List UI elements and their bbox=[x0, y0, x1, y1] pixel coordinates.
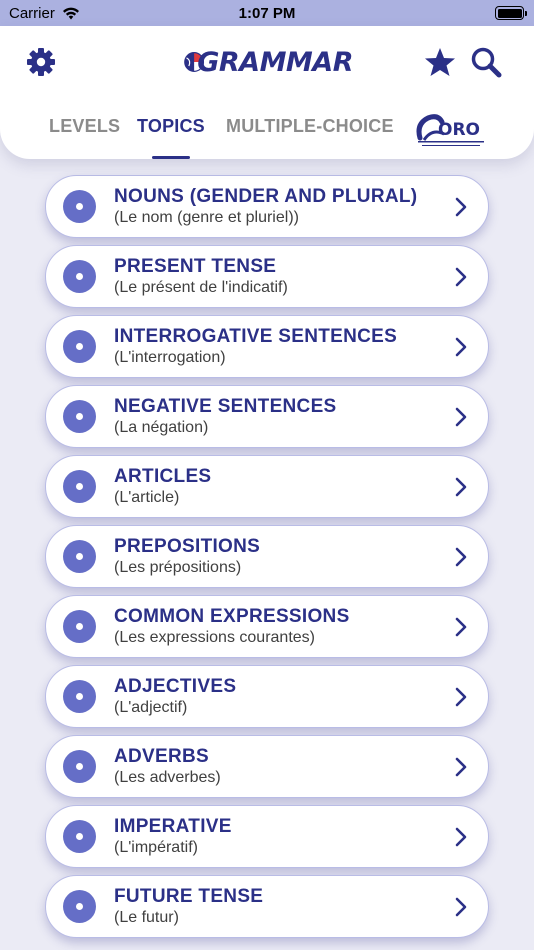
battery-icon bbox=[495, 6, 527, 20]
topic-title: NOUNS (GENDER AND PLURAL) bbox=[114, 186, 418, 207]
topic-row[interactable]: INTERROGATIVE SENTENCES (L'interrogation) bbox=[45, 315, 489, 378]
status-left: Carrier bbox=[9, 5, 80, 22]
topic-subtitle: (Les expressions courantes) bbox=[114, 629, 315, 646]
topic-title: PREPOSITIONS bbox=[114, 536, 261, 557]
topic-text: COMMON EXPRESSIONS (Les expressions coura… bbox=[114, 606, 438, 648]
chevron-right-icon bbox=[455, 267, 467, 287]
app-header: GRAMMAR LEVELS TOPICS MULTIPLE-CHOICE OR… bbox=[0, 26, 534, 159]
star-icon bbox=[425, 48, 455, 76]
topic-subtitle: (Les adverbes) bbox=[114, 769, 221, 786]
topic-subtitle: (Le futur) bbox=[114, 909, 179, 926]
topic-subtitle: (Les prépositions) bbox=[114, 559, 242, 576]
topic-title: IMPERATIVE bbox=[114, 816, 232, 837]
topic-bullet-icon bbox=[63, 820, 96, 853]
topic-row[interactable]: FUTURE TENSE (Le futur) bbox=[45, 875, 489, 938]
gear-icon bbox=[27, 48, 55, 76]
chevron-right-icon bbox=[455, 617, 467, 637]
topic-text: PREPOSITIONS (Les prépositions) bbox=[114, 536, 438, 578]
carrier-label: Carrier bbox=[9, 4, 55, 22]
topic-title: FUTURE TENSE bbox=[114, 886, 264, 907]
topic-subtitle: (L'adjectif) bbox=[114, 699, 188, 716]
topic-title: PRESENT TENSE bbox=[114, 256, 277, 277]
topic-bullet-icon bbox=[63, 330, 96, 363]
chevron-right-icon bbox=[455, 827, 467, 847]
chevron-right-icon bbox=[455, 547, 467, 567]
chevron-right-icon bbox=[455, 897, 467, 917]
topic-row[interactable]: NOUNS (GENDER AND PLURAL) (Le nom (genre … bbox=[45, 175, 489, 238]
topic-subtitle: (La négation) bbox=[114, 419, 209, 436]
topic-text: INTERROGATIVE SENTENCES (L'interrogation) bbox=[114, 326, 438, 368]
topic-title: NEGATIVE SENTENCES bbox=[114, 396, 337, 417]
search-icon bbox=[471, 47, 502, 78]
chevron-right-icon bbox=[455, 757, 467, 777]
topic-row[interactable]: PRESENT TENSE (Le présent de l'indicatif) bbox=[45, 245, 489, 308]
tab-bar: LEVELS TOPICS MULTIPLE-CHOICE ORO bbox=[0, 110, 534, 159]
grammar-logo: GRAMMAR bbox=[183, 42, 353, 82]
topic-text: FUTURE TENSE (Le futur) bbox=[114, 886, 438, 928]
chevron-right-icon bbox=[455, 477, 467, 497]
chevron-right-icon bbox=[455, 337, 467, 357]
topic-text: ADJECTIVES (L'adjectif) bbox=[114, 676, 438, 718]
search-button[interactable] bbox=[469, 45, 503, 79]
topic-row[interactable]: IMPERATIVE (L'impératif) bbox=[45, 805, 489, 868]
topic-title: INTERROGATIVE SENTENCES bbox=[114, 326, 398, 347]
topic-subtitle: (L'impératif) bbox=[114, 839, 198, 856]
topic-bullet-icon bbox=[63, 470, 96, 503]
favorites-button[interactable] bbox=[423, 45, 457, 79]
topic-title: ADVERBS bbox=[114, 746, 210, 767]
topic-text: ARTICLES (L'article) bbox=[114, 466, 438, 508]
topic-row[interactable]: ARTICLES (L'article) bbox=[45, 455, 489, 518]
topic-row[interactable]: COMMON EXPRESSIONS (Les expressions coura… bbox=[45, 595, 489, 658]
settings-button[interactable] bbox=[24, 45, 58, 79]
topic-subtitle: (Le nom (genre et pluriel)) bbox=[114, 209, 299, 226]
topic-bullet-icon bbox=[63, 610, 96, 643]
status-bar: Carrier 1:07 PM bbox=[0, 0, 534, 26]
topic-subtitle: (L'article) bbox=[114, 489, 180, 506]
wifi-icon bbox=[62, 7, 79, 19]
topic-bullet-icon bbox=[63, 190, 96, 223]
topic-bullet-icon bbox=[63, 890, 96, 923]
topic-row[interactable]: ADVERBS (Les adverbes) bbox=[45, 735, 489, 798]
topic-title: ADJECTIVES bbox=[114, 676, 237, 697]
topic-bullet-icon bbox=[63, 400, 96, 433]
tab-multiple-choice[interactable]: MULTIPLE-CHOICE bbox=[226, 116, 394, 137]
oro-logo-text: ORO bbox=[438, 120, 480, 140]
topic-bullet-icon bbox=[63, 750, 96, 783]
topic-subtitle: (L'interrogation) bbox=[114, 349, 226, 366]
topic-text: NOUNS (GENDER AND PLURAL) (Le nom (genre … bbox=[114, 186, 438, 228]
topic-row[interactable]: ADJECTIVES (L'adjectif) bbox=[45, 665, 489, 728]
topic-bullet-icon bbox=[63, 680, 96, 713]
active-tab-indicator bbox=[152, 156, 190, 159]
topic-row[interactable]: NEGATIVE SENTENCES (La négation) bbox=[45, 385, 489, 448]
topic-text: ADVERBS (Les adverbes) bbox=[114, 746, 438, 788]
chevron-right-icon bbox=[455, 197, 467, 217]
topic-text: NEGATIVE SENTENCES (La négation) bbox=[114, 396, 438, 438]
topic-text: PRESENT TENSE (Le présent de l'indicatif) bbox=[114, 256, 438, 298]
tab-levels[interactable]: LEVELS bbox=[49, 116, 120, 137]
status-time: 1:07 PM bbox=[238, 4, 296, 22]
topic-bullet-icon bbox=[63, 260, 96, 293]
topic-bullet-icon bbox=[63, 540, 96, 573]
chevron-right-icon bbox=[455, 407, 467, 427]
topic-title: ARTICLES bbox=[114, 466, 212, 487]
topic-subtitle: (Le présent de l'indicatif) bbox=[114, 279, 288, 296]
tab-topics[interactable]: TOPICS bbox=[137, 116, 205, 137]
topic-title: COMMON EXPRESSIONS bbox=[114, 606, 350, 627]
logo-text: GRAMMAR bbox=[197, 46, 353, 78]
chevron-right-icon bbox=[455, 687, 467, 707]
topic-row[interactable]: PREPOSITIONS (Les prépositions) bbox=[45, 525, 489, 588]
topic-text: IMPERATIVE (L'impératif) bbox=[114, 816, 438, 858]
oro-logo[interactable]: ORO bbox=[414, 110, 490, 152]
